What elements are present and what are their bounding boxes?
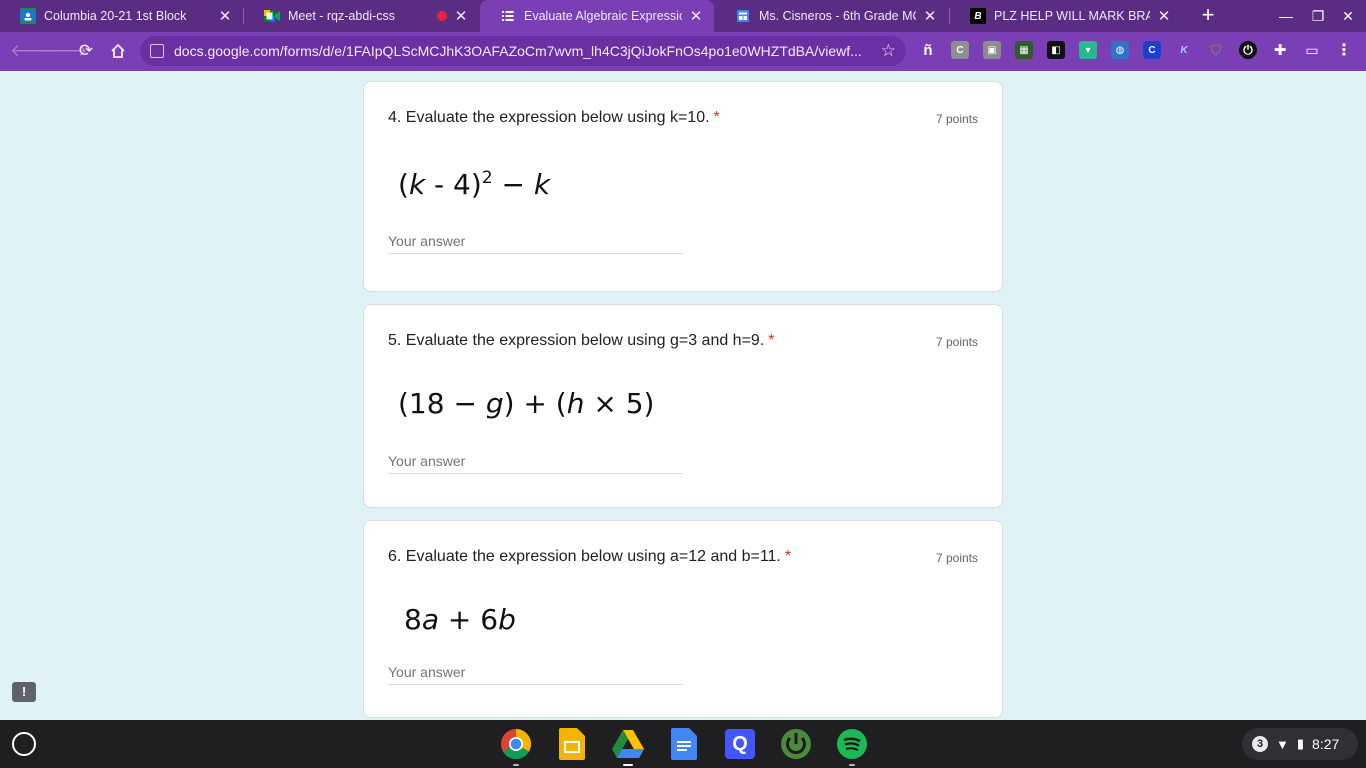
recording-icon [437, 11, 447, 21]
question-title: 4. Evaluate the expression below using k… [388, 109, 720, 126]
question-title: 6. Evaluate the expression below using a… [388, 548, 792, 565]
extension-power-icon[interactable]: ⏻ [1239, 41, 1257, 59]
wifi-icon: ▼ [1276, 736, 1289, 752]
chromeos-shelf: Q 3 ▼ ▮ 8:27 [0, 720, 1366, 768]
answer-input[interactable]: Your answer [388, 446, 683, 474]
extension-image-icon[interactable]: ▦ [1015, 41, 1033, 59]
google-meet-icon [264, 8, 280, 24]
extension-shield-icon[interactable]: ⛉ [1207, 41, 1225, 59]
extension-c-blue-icon[interactable]: C [1143, 41, 1161, 59]
tab-sites[interactable]: Ms. Cisneros - 6th Grade MOTIO ✕ [715, 0, 948, 32]
home-button[interactable] [106, 39, 130, 63]
notification-count: 3 [1252, 736, 1268, 752]
extension-c-icon[interactable]: C [951, 41, 969, 59]
form-page: 4. Evaluate the expression below using k… [0, 71, 1366, 720]
google-slides-app-icon[interactable] [556, 728, 588, 760]
cast-icon[interactable]: ▭ [1303, 41, 1321, 59]
home-icon [111, 43, 125, 58]
required-asterisk: * [768, 332, 775, 349]
restore-button[interactable]: ❐ [1308, 6, 1328, 26]
points-label: 7 points [935, 112, 978, 126]
brainly-icon: B [970, 8, 986, 24]
tab-title: Meet - rqz-abdi-css [288, 9, 395, 23]
question-card-4: 4. Evaluate the expression below using k… [363, 81, 1003, 292]
status-tray[interactable]: 3 ▼ ▮ 8:27 [1242, 728, 1358, 760]
extension-n-icon[interactable]: ñ [919, 41, 937, 59]
extension-save-icon[interactable]: ▾ [1079, 41, 1097, 59]
expression-image: 8a + 6b [404, 603, 516, 636]
google-forms-icon [500, 8, 516, 24]
quizlet-app-icon[interactable]: Q [724, 728, 756, 760]
close-window-button[interactable]: ✕ [1338, 6, 1358, 26]
bookmark-star-icon[interactable]: ☆ [881, 41, 896, 61]
url-text[interactable]: docs.google.com/forms/d/e/1FAIpQLScMCJhK… [174, 43, 864, 59]
clock-time: 8:27 [1312, 736, 1340, 752]
battery-icon: ▮ [1296, 736, 1305, 751]
answer-input[interactable]: Your answer [388, 657, 683, 685]
extensions-puzzle-icon[interactable]: ✚ [1271, 41, 1289, 59]
back-button[interactable]: 🡐 [10, 39, 56, 63]
tab-title: Ms. Cisneros - 6th Grade MOTIO [759, 9, 916, 23]
question-title: 5. Evaluate the expression below using g… [388, 332, 775, 349]
tab-title: Columbia 20-21 1st Block [44, 9, 187, 23]
expression-image: (18 − g) + (h × 5) [398, 387, 655, 420]
menu-kebab-icon[interactable]: ⋮ [1335, 41, 1353, 59]
question-card-5: 5. Evaluate the expression below using g… [363, 304, 1003, 508]
tab-title: PLZ HELP WILL MARK BRAINLE [994, 9, 1150, 23]
close-icon[interactable]: ✕ [217, 8, 233, 25]
tab-meet[interactable]: Meet - rqz-abdi-css ✕ [244, 0, 479, 32]
close-icon[interactable]: ✕ [453, 8, 469, 25]
extension-copy-icon[interactable]: ▣ [983, 41, 1001, 59]
points-label: 7 points [935, 551, 978, 565]
google-drive-app-icon[interactable] [612, 728, 644, 766]
tab-title: Evaluate Algebraic Expressions [524, 9, 682, 23]
spotify-app-icon[interactable] [836, 728, 868, 766]
page-info-icon[interactable] [150, 44, 164, 58]
close-icon[interactable]: ✕ [922, 8, 938, 25]
extension-k-icon[interactable]: K [1175, 41, 1193, 59]
tab-classroom[interactable]: Columbia 20-21 1st Block ✕ [0, 0, 243, 32]
browser-toolbar: 🡐 🡒 ⟳ docs.google.com/forms/d/e/1FAIpQLS… [0, 32, 1366, 71]
tab-brainly[interactable]: B PLZ HELP WILL MARK BRAINLE ✕ [950, 0, 1182, 32]
minimize-button[interactable]: — [1276, 6, 1296, 26]
required-asterisk: * [713, 109, 720, 126]
close-icon[interactable]: ✕ [1156, 8, 1172, 25]
forward-button[interactable]: 🡒 [42, 39, 88, 63]
answer-input[interactable]: Your answer [388, 226, 683, 254]
question-card-6: 6. Evaluate the expression below using a… [363, 520, 1003, 718]
close-icon[interactable]: ✕ [688, 8, 704, 25]
new-tab-button[interactable]: + [1196, 4, 1220, 28]
google-classroom-icon [20, 8, 36, 24]
reload-button[interactable]: ⟳ [74, 39, 98, 63]
expression-image: (k - 4)2 − k [398, 168, 551, 201]
points-label: 7 points [935, 335, 978, 349]
extension-globe-icon[interactable]: ◍ [1111, 41, 1129, 59]
google-sites-icon [735, 8, 751, 24]
chrome-app-icon[interactable] [500, 728, 532, 766]
required-asterisk: * [784, 548, 792, 565]
extension-dark-icon[interactable]: ◧ [1047, 41, 1065, 59]
address-bar[interactable]: docs.google.com/forms/d/e/1FAIpQLScMCJhK… [140, 36, 906, 66]
launcher-button[interactable] [12, 732, 36, 756]
tab-forms[interactable]: Evaluate Algebraic Expressions ✕ [480, 0, 714, 32]
tab-strip: Columbia 20-21 1st Block ✕ Meet - rqz-ab… [0, 0, 1366, 32]
power-app-icon[interactable] [780, 728, 812, 760]
google-docs-app-icon[interactable] [668, 728, 700, 760]
report-feedback-button[interactable]: ! [12, 682, 36, 702]
